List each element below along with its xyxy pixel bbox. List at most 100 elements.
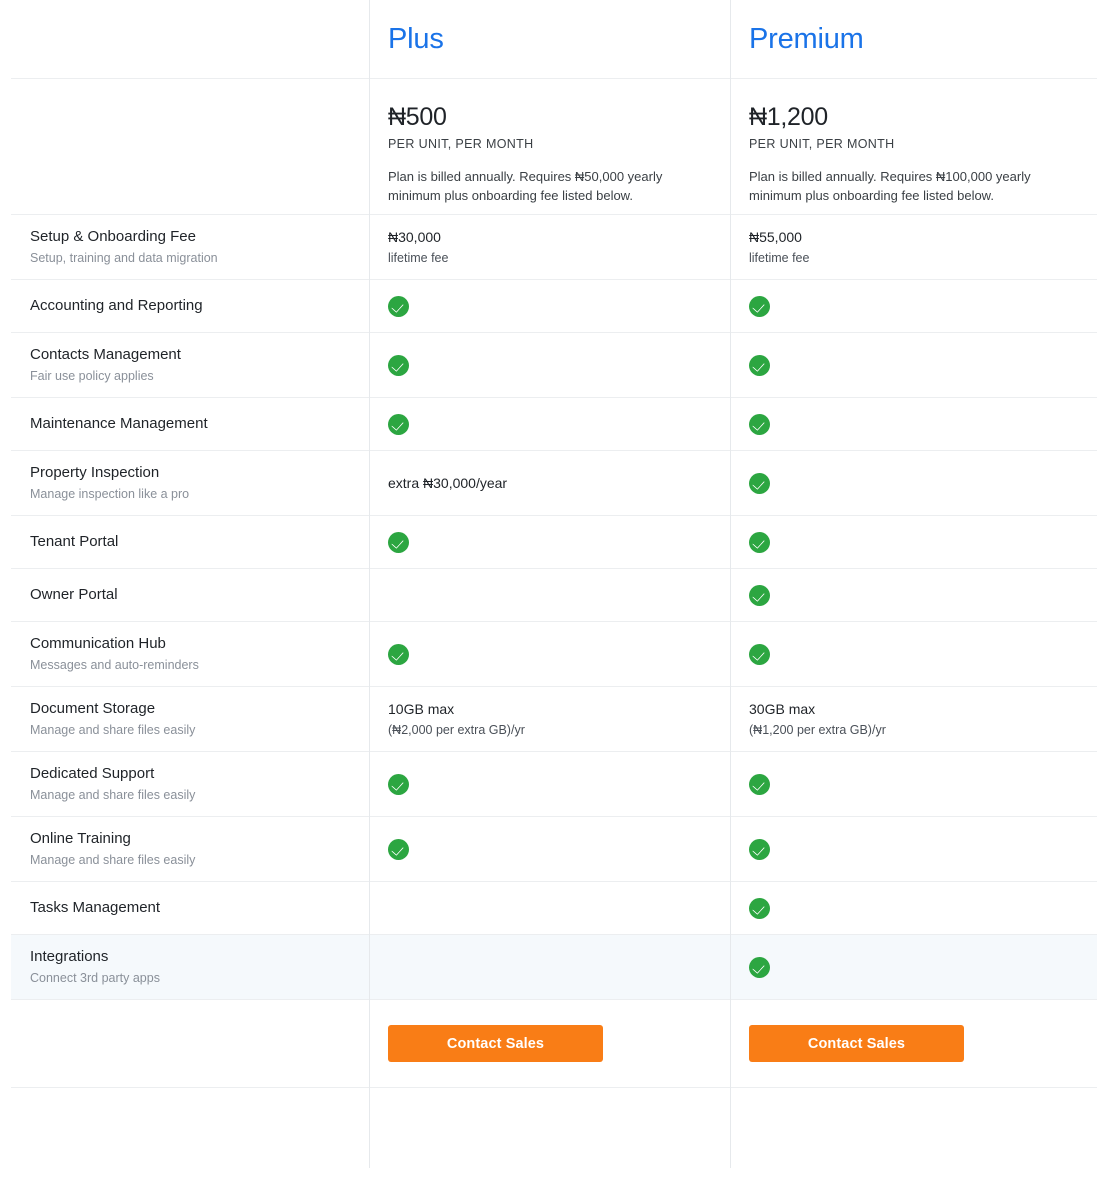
feature-title: Tenant Portal	[30, 533, 119, 550]
plan-name: Premium	[749, 23, 864, 55]
feature-title: Maintenance Management	[30, 415, 208, 432]
plus-cell: ₦30,000 lifetime fee	[369, 215, 730, 279]
plus-cell	[369, 882, 730, 934]
check-circle-icon	[749, 897, 770, 919]
check-circle-icon	[388, 838, 409, 860]
feature-subtitle: Messages and auto-reminders	[30, 658, 199, 672]
premium-cell	[730, 622, 1097, 686]
premium-cell	[730, 398, 1097, 450]
plus-cell	[369, 622, 730, 686]
table-body: Plus Premium ₦500 PER UNIT, PER MONTH Plan i…	[0, 0, 1108, 1088]
price-period: PER UNIT, PER MONTH	[388, 137, 534, 151]
feature-subtitle: Manage and share files easily	[30, 788, 196, 802]
contact-sales-button[interactable]: Contact Sales	[749, 1025, 964, 1062]
table-row: Communication Hub Messages and auto-remin…	[11, 622, 1097, 687]
pricing-comparison-table: Plus Premium ₦500 PER UNIT, PER MONTH Plan i…	[0, 0, 1108, 1177]
plan-price-row: ₦500 PER UNIT, PER MONTH Plan is billed an…	[11, 79, 1097, 215]
plus-cell: extra ₦30,000/year	[369, 451, 730, 515]
price-note: Plan is billed annually. Requires ₦100,0…	[749, 169, 1031, 203]
premium-cell	[730, 882, 1097, 934]
feature-title: Accounting and Reporting	[30, 297, 203, 314]
table-row: Accounting and Reporting	[11, 280, 1097, 333]
feature-cell: Tasks Management	[11, 882, 369, 934]
feature-title: Tasks Management	[30, 899, 161, 916]
table-row: Document Storage Manage and share files e…	[11, 687, 1097, 752]
check-circle-icon	[388, 413, 409, 435]
check-circle-icon	[749, 773, 770, 795]
cell-value-sub: (₦2,000 per extra GB)/yr	[388, 722, 525, 737]
feature-title: Dedicated Support	[30, 765, 155, 782]
cta-cell-plus: Contact Sales	[369, 1000, 730, 1087]
feature-subtitle: Manage and share files easily	[30, 853, 196, 867]
plus-cell	[369, 398, 730, 450]
price-amount: ₦500	[388, 103, 447, 131]
premium-cell	[730, 516, 1097, 568]
table-row: Contacts Management Fair use policy appli…	[11, 333, 1097, 398]
feature-subtitle: Connect 3rd party apps	[30, 971, 160, 985]
plus-cell	[369, 280, 730, 332]
feature-cell: Owner Portal	[11, 569, 369, 621]
feature-cell: Maintenance Management	[11, 398, 369, 450]
feature-title: Contacts Management	[30, 346, 181, 363]
plan-header-premium: Premium	[730, 22, 1097, 56]
feature-title: Property Inspection	[30, 464, 160, 481]
price-row-spacer	[11, 79, 369, 214]
check-circle-icon	[749, 354, 770, 376]
plan-name: Plus	[388, 23, 444, 55]
premium-cell	[730, 333, 1097, 397]
feature-title: Document Storage	[30, 700, 156, 717]
feature-title: Owner Portal	[30, 586, 118, 603]
table-row: Maintenance Management	[11, 398, 1097, 451]
feature-cell: Tenant Portal	[11, 516, 369, 568]
check-circle-icon	[749, 531, 770, 553]
price-amount: ₦1,200	[749, 103, 828, 131]
feature-title: Setup & Onboarding Fee	[30, 228, 196, 245]
feature-cell: Setup & Onboarding Fee Setup, training an…	[11, 215, 369, 279]
price-note: Plan is billed annually. Requires ₦50,00…	[388, 169, 663, 203]
premium-cell	[730, 752, 1097, 816]
check-circle-icon	[388, 773, 409, 795]
feature-subtitle: Fair use policy applies	[30, 369, 154, 383]
price-period: PER UNIT, PER MONTH	[749, 137, 895, 151]
check-circle-icon	[749, 295, 770, 317]
check-circle-icon	[749, 643, 770, 665]
feature-cell: Property Inspection Manage inspection lik…	[11, 451, 369, 515]
feature-cell: Contacts Management Fair use policy appli…	[11, 333, 369, 397]
premium-cell	[730, 451, 1097, 515]
cell-value: 30GB max	[749, 700, 816, 717]
plan-price-plus: ₦500 PER UNIT, PER MONTH Plan is billed an…	[369, 79, 730, 214]
premium-cell	[730, 280, 1097, 332]
cell-value-sub: lifetime fee	[388, 250, 449, 265]
premium-cell	[730, 817, 1097, 881]
feature-subtitle: Setup, training and data migration	[30, 251, 218, 265]
plus-cell	[369, 569, 730, 621]
plus-cell	[369, 333, 730, 397]
check-circle-icon	[388, 354, 409, 376]
feature-cell: Dedicated Support Manage and share files …	[11, 752, 369, 816]
cell-value: 10GB max	[388, 700, 455, 717]
cta-row: Contact Sales Contact Sales	[11, 1000, 1097, 1088]
check-circle-icon	[388, 531, 409, 553]
feature-subtitle: Manage inspection like a pro	[30, 487, 190, 501]
plus-cell	[369, 752, 730, 816]
premium-cell	[730, 935, 1097, 999]
check-circle-icon	[749, 584, 770, 606]
feature-cell: Document Storage Manage and share files e…	[11, 687, 369, 751]
feature-cell: Accounting and Reporting	[11, 280, 369, 332]
check-circle-icon	[749, 838, 770, 860]
plus-cell	[369, 516, 730, 568]
cell-value: extra ₦30,000/year	[388, 474, 508, 491]
plus-cell: 10GB max (₦2,000 per extra GB)/yr	[369, 687, 730, 751]
table-row: Dedicated Support Manage and share files …	[11, 752, 1097, 817]
premium-cell: 30GB max (₦1,200 per extra GB)/yr	[730, 687, 1097, 751]
cta-cell-premium: Contact Sales	[730, 1000, 1097, 1087]
feature-title: Online Training	[30, 830, 131, 847]
contact-sales-button[interactable]: Contact Sales	[388, 1025, 603, 1062]
feature-cell: Integrations Connect 3rd party apps	[11, 935, 369, 999]
feature-cell: Communication Hub Messages and auto-remin…	[11, 622, 369, 686]
plus-cell	[369, 817, 730, 881]
plus-cell	[369, 935, 730, 999]
table-row: Integrations Connect 3rd party apps	[11, 935, 1097, 1000]
plan-price-premium: ₦1,200 PER UNIT, PER MONTH Plan is billed …	[730, 79, 1097, 214]
cta-row-spacer	[11, 1000, 369, 1087]
